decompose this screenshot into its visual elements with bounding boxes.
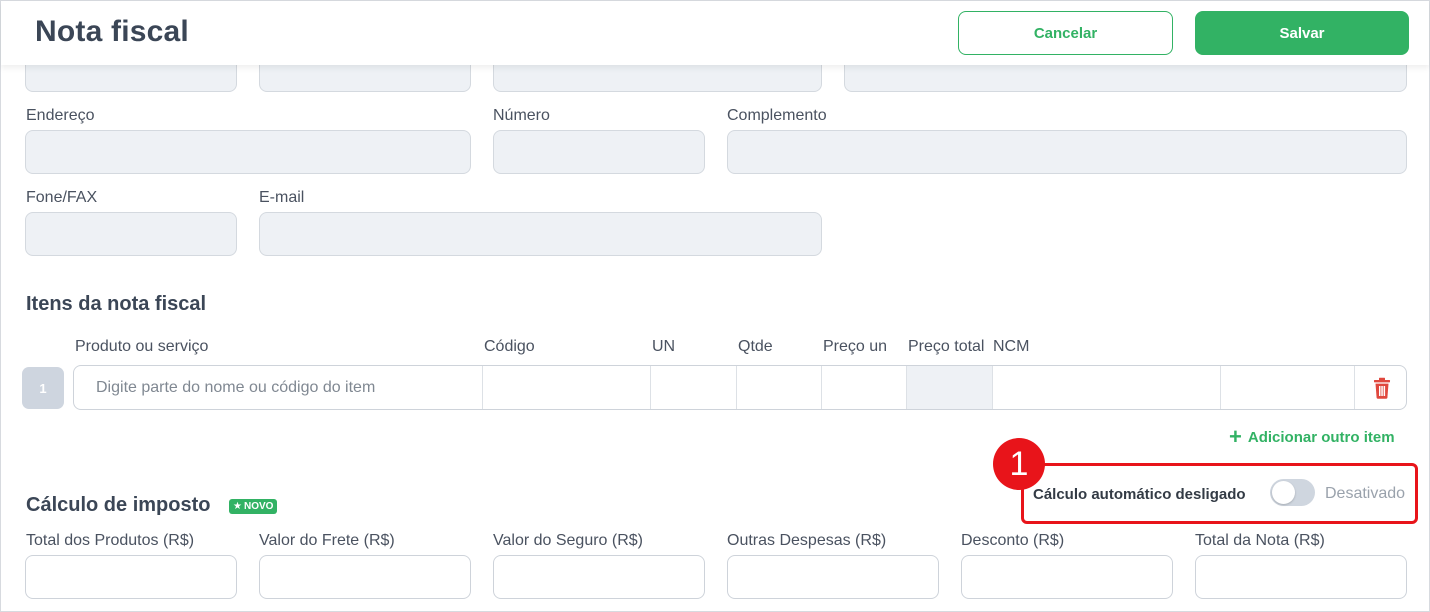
auto-calc-label: Cálculo automático desligado (1033, 486, 1246, 503)
col-produto: Produto ou serviço (75, 338, 209, 355)
col-preco-un: Preço un (823, 338, 888, 355)
fone-field[interactable] (25, 212, 237, 256)
ncm-cell[interactable] (992, 366, 1220, 409)
page-title: Nota fiscal (35, 15, 189, 48)
endereco-field[interactable] (25, 130, 471, 174)
valor-frete-field[interactable] (259, 555, 471, 599)
cancel-button[interactable]: Cancelar (958, 11, 1173, 55)
preco-un-cell[interactable] (821, 366, 906, 409)
valor-seguro-label: Valor do Seguro (R$) (493, 532, 643, 549)
outras-despesas-field[interactable] (727, 555, 939, 599)
add-item-label: Adicionar outro item (1247, 428, 1395, 446)
callout-number: 1 (993, 438, 1045, 490)
numero-field[interactable] (493, 130, 705, 174)
un-cell[interactable] (650, 366, 736, 409)
fone-label: Fone/FAX (26, 189, 98, 206)
star-icon: ★ (233, 501, 242, 512)
complemento-field[interactable] (727, 130, 1407, 174)
desconto-field[interactable] (961, 555, 1173, 599)
valor-seguro-field[interactable] (493, 555, 705, 599)
new-badge-label: NOVO (243, 501, 274, 512)
total-nota-field[interactable] (1195, 555, 1407, 599)
product-search-input[interactable]: Digite parte do nome ou código do item (96, 379, 375, 397)
col-codigo: Código (484, 338, 535, 355)
col-qtde: Qtde (738, 338, 773, 355)
plus-icon: + (1229, 424, 1242, 449)
email-label: E-mail (259, 189, 305, 206)
endereco-label: Endereço (26, 107, 95, 124)
valor-frete-label: Valor do Frete (R$) (259, 532, 395, 549)
col-ncm: NCM (993, 338, 1030, 355)
numero-label: Número (493, 107, 550, 124)
item-row-number: 1 (22, 367, 64, 409)
complemento-label: Complemento (727, 107, 827, 124)
tax-section-title: Cálculo de imposto (26, 494, 211, 516)
outras-despesas-label: Outras Despesas (R$) (727, 532, 887, 549)
add-item-button[interactable]: + Adicionar outro item (1229, 424, 1395, 449)
desconto-label: Desconto (R$) (961, 532, 1065, 549)
codigo-cell[interactable] (482, 366, 650, 409)
total-produtos-label: Total dos Produtos (R$) (26, 532, 195, 549)
items-section-title: Itens da nota fiscal (26, 293, 207, 315)
item-row: Digite parte do nome ou código do item (73, 365, 1407, 410)
save-button[interactable]: Salvar (1195, 11, 1409, 55)
toggle-state-text: Desativado (1325, 485, 1406, 502)
auto-calc-toggle[interactable] (1270, 479, 1315, 506)
col-preco-total: Preço total (908, 338, 985, 355)
trash-icon[interactable] (1370, 376, 1394, 400)
col-un: UN (652, 338, 676, 355)
total-nota-label: Total da Nota (R$) (1195, 532, 1325, 549)
email-field[interactable] (259, 212, 822, 256)
page-header: Nota fiscal Cancelar Salvar (1, 1, 1429, 65)
preco-total-cell (906, 366, 992, 409)
qtde-cell[interactable] (736, 366, 821, 409)
extra-cell[interactable] (1220, 366, 1354, 409)
new-badge: ★ NOVO (229, 499, 278, 514)
toggle-knob (1272, 481, 1295, 504)
total-produtos-field[interactable] (25, 555, 237, 599)
